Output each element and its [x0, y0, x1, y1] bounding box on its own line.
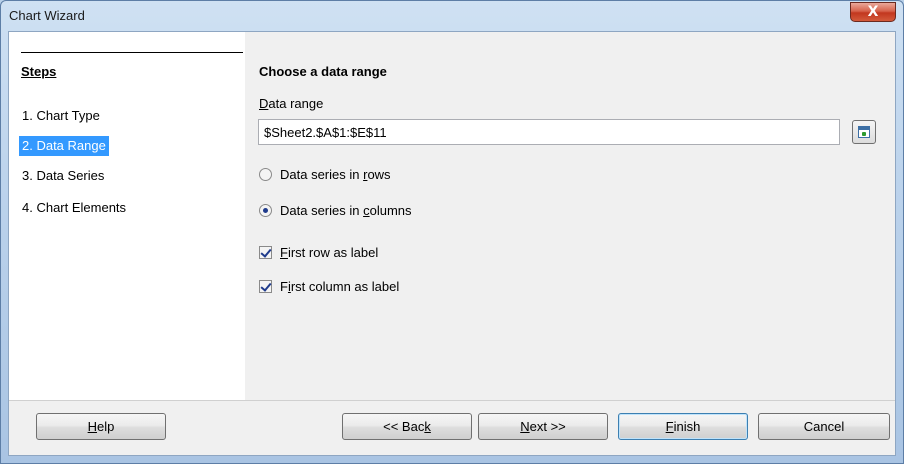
checkbox-first-column-indicator[interactable] — [259, 280, 272, 293]
close-button[interactable]: X — [850, 2, 896, 22]
dialog-body: Steps 1. Chart Type 2. Data Range 3. Dat… — [8, 31, 896, 456]
step-chart-type[interactable]: 1. Chart Type — [19, 106, 103, 126]
radio-series-in-columns[interactable]: Data series in columns — [259, 202, 412, 220]
data-range-label: Data range — [259, 96, 324, 111]
back-button[interactable]: << Back — [342, 413, 472, 440]
step-data-range[interactable]: 2. Data Range — [19, 136, 109, 156]
close-icon: X — [867, 4, 879, 20]
checkbox-first-row-indicator[interactable] — [259, 246, 272, 259]
finish-button[interactable]: Finish — [618, 413, 748, 440]
radio-columns-indicator[interactable] — [259, 204, 272, 217]
checkbox-first-row-as-label[interactable]: First row as label — [259, 244, 378, 262]
steps-pane: Steps 1. Chart Type 2. Data Range 3. Dat… — [9, 32, 245, 400]
step-data-series[interactable]: 3. Data Series — [19, 166, 107, 186]
data-range-input[interactable] — [258, 119, 840, 145]
help-button[interactable]: Help — [36, 413, 166, 440]
title-bar[interactable]: Chart Wizard X — [1, 1, 903, 29]
select-range-button[interactable] — [852, 120, 876, 144]
steps-title: Steps — [21, 64, 57, 79]
chart-wizard-window: Chart Wizard X Steps 1. Chart Type 2. Da… — [0, 0, 904, 464]
radio-series-in-rows[interactable]: Data series in rows — [259, 166, 391, 184]
next-button[interactable]: Next >> — [478, 413, 608, 440]
window-title: Chart Wizard — [9, 8, 85, 23]
data-range-page: Choose a data range Data range Data seri… — [245, 32, 895, 400]
step-chart-elements[interactable]: 4. Chart Elements — [19, 198, 129, 218]
button-bar-separator — [9, 400, 895, 401]
radio-rows-indicator[interactable] — [259, 168, 272, 181]
checkbox-first-column-as-label[interactable]: First column as label — [259, 278, 399, 296]
select-range-icon — [858, 126, 870, 138]
steps-divider — [21, 52, 243, 53]
page-heading: Choose a data range — [259, 64, 387, 79]
cancel-button[interactable]: Cancel — [758, 413, 890, 440]
